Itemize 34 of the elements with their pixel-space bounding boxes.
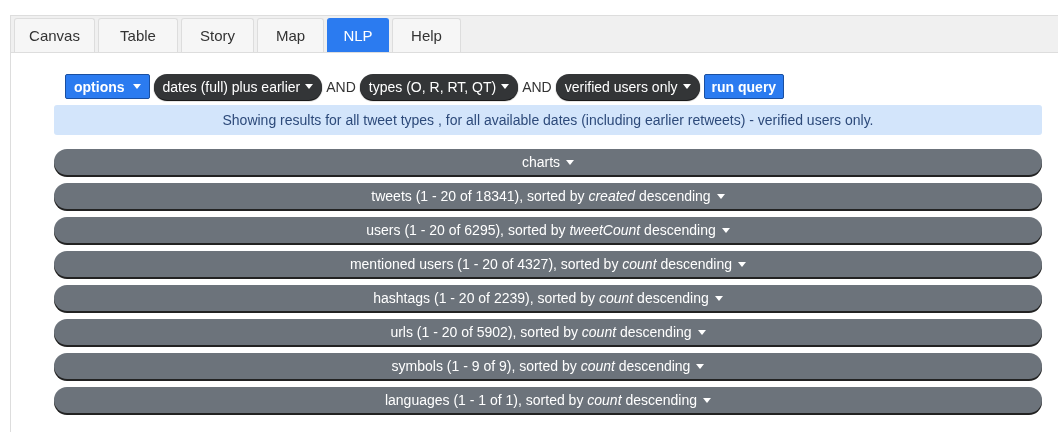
filter-dropdown[interactable]: verified users only: [555, 73, 700, 100]
tab[interactable]: Table: [98, 18, 178, 52]
caret-icon: [714, 295, 723, 301]
filter-dropdown[interactable]: types (O, R, RT, QT): [359, 73, 519, 100]
options-dropdown[interactable]: options: [65, 74, 150, 99]
info-banner: Showing results for all tweet types , for all available dates (including earlier retweets) - verified users only.: [54, 105, 1042, 135]
caret-icon: [703, 397, 712, 403]
filter-dropdown[interactable]: dates (full) plus earlier: [153, 73, 323, 100]
section-header[interactable]: symbols (1 - 9 of 9), sorted by count descending: [54, 353, 1042, 379]
caret-icon: [682, 84, 691, 89]
operator-label: AND: [522, 78, 552, 95]
caret-icon: [305, 84, 314, 89]
caret-icon: [716, 193, 725, 199]
caret-icon: [696, 363, 705, 369]
tab[interactable]: NLP: [327, 18, 389, 52]
caret-icon: [721, 227, 730, 233]
caret-icon: [697, 329, 706, 335]
caret-icon: [738, 261, 747, 267]
caret-icon: [566, 159, 575, 165]
section-header[interactable]: mentioned users (1 - 20 of 4327), sorted by count descending: [54, 251, 1042, 277]
caret-icon: [501, 84, 510, 89]
tab[interactable]: Canvas: [14, 18, 95, 52]
section-header[interactable]: hashtags (1 - 20 of 2239), sorted by count descending: [54, 285, 1042, 311]
tab[interactable]: Story: [181, 18, 254, 52]
section-header[interactable]: tweets (1 - 20 of 18341), sorted by created descending: [54, 183, 1042, 209]
section-header[interactable]: urls (1 - 20 of 5902), sorted by count descending: [54, 319, 1042, 345]
operator-label: AND: [326, 78, 356, 95]
section-header[interactable]: users (1 - 20 of 6295), sorted by tweetCount descending: [54, 217, 1042, 243]
tab[interactable]: Help: [392, 18, 461, 52]
section-header[interactable]: languages (1 - 1 of 1), sorted by count descending: [54, 387, 1042, 413]
section-header[interactable]: charts: [54, 149, 1042, 175]
tab[interactable]: Map: [257, 18, 324, 52]
caret-icon: [132, 84, 141, 89]
run-query-button[interactable]: run query: [703, 74, 785, 99]
